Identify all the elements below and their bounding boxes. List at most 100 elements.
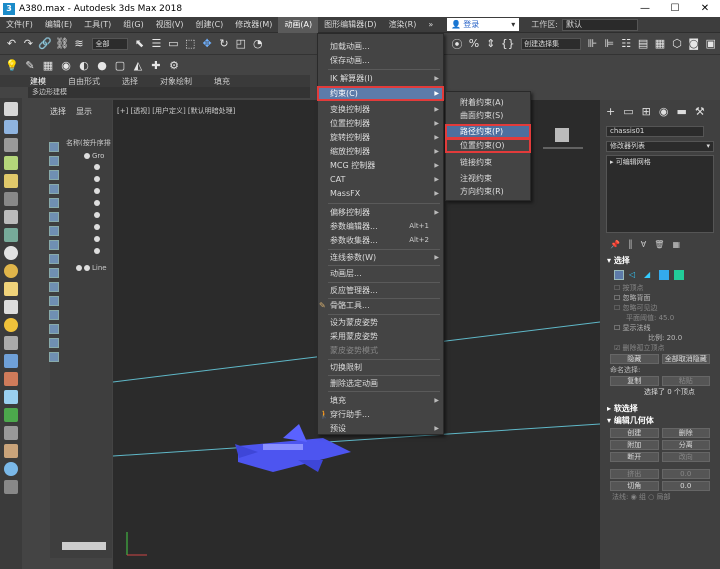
create-panel-icon[interactable]	[4, 120, 18, 134]
box-icon[interactable]: ▢	[112, 57, 128, 73]
menu-item-orientation-constraint[interactable]: 方向约束(R)	[446, 185, 530, 198]
filter-shapes-icon[interactable]	[49, 156, 59, 166]
detach-button[interactable]: 分离	[661, 440, 710, 450]
torus-tool-icon[interactable]	[4, 264, 18, 278]
percent-snap-icon[interactable]: %	[466, 36, 481, 52]
dynamics-tool-icon[interactable]	[4, 390, 18, 404]
material-editor-icon[interactable]: ◙	[686, 36, 701, 52]
filter-bones-icon[interactable]	[49, 254, 59, 264]
ribbon-tab-freeform[interactable]: 自由形式	[68, 76, 100, 87]
object-tool-icon[interactable]	[4, 210, 18, 224]
menu-create[interactable]: 创建(C)	[189, 17, 229, 33]
by-vertex-checkbox[interactable]: ☐ 按顶点	[604, 283, 716, 293]
globe-tool-icon[interactable]	[4, 462, 18, 476]
filter-config-icon[interactable]	[49, 352, 59, 362]
hierarchy-tab-icon[interactable]: ⊞	[642, 105, 651, 118]
particle-tool-icon[interactable]	[4, 354, 18, 368]
menu-item-mcg-controllers[interactable]: MCG 控制器 ▶	[318, 159, 443, 172]
menu-item-set-skin-pose[interactable]: 设为蒙皮姿势	[318, 316, 443, 329]
menu-item-presets[interactable]: 预设 ▶	[318, 422, 443, 435]
window-crossing-icon[interactable]: ⬚	[183, 36, 198, 52]
modify-tab-icon[interactable]: ▭	[623, 105, 633, 118]
scene-header[interactable]: 名称(按升序排	[66, 138, 111, 148]
menu-item-massfx[interactable]: MassFX ▶	[318, 187, 443, 200]
show-normals-checkbox[interactable]: ☐ 显示法线	[604, 323, 716, 333]
menu-item-parameter-editor[interactable]: 参数编辑器... Alt+1	[318, 220, 443, 233]
chamfer-input[interactable]: 0.0	[661, 481, 710, 491]
paste-button[interactable]: 粘贴	[661, 376, 710, 386]
scene-scrollbar[interactable]	[62, 542, 106, 550]
menu-item-ik-solvers[interactable]: IK 解算器(I) ▶	[318, 72, 443, 85]
filter-containers-icon[interactable]	[49, 268, 59, 278]
delete-isolated-checkbox[interactable]: ☑ 删除孤立顶点	[604, 343, 716, 353]
ribbon-tab-populate[interactable]: 填充	[214, 76, 230, 87]
rect-region-icon[interactable]: ▭	[166, 36, 181, 52]
maximize-icon[interactable]: ☐	[660, 0, 690, 17]
selection-rollout-title[interactable]: ▾ 选择	[604, 255, 716, 267]
menu-item-rotation-controllers[interactable]: 旋转控制器 ▶	[318, 131, 443, 144]
dot-icon[interactable]: ◉	[58, 57, 74, 73]
login-dropdown[interactable]: 👤 登录 ▾	[447, 18, 520, 31]
sphere-icon[interactable]: ●	[94, 57, 110, 73]
grid-panel-icon[interactable]	[4, 138, 18, 152]
copy-button[interactable]: 复制	[610, 376, 659, 386]
menu-item-transform-controllers[interactable]: 变换控制器 ▶	[318, 103, 443, 116]
align-icon[interactable]: ⊫	[602, 36, 617, 52]
hand-tool-icon[interactable]	[4, 444, 18, 458]
bone-tool-icon[interactable]	[4, 372, 18, 386]
polygon-level-icon[interactable]	[659, 270, 669, 280]
filter-helpers-icon[interactable]	[49, 198, 59, 208]
move-icon[interactable]: ✥	[200, 36, 215, 52]
arrow-tool-icon[interactable]	[4, 156, 18, 170]
filter-spacewarps-icon[interactable]	[49, 212, 59, 222]
ribbon-tab-selection[interactable]: 选择	[122, 76, 138, 87]
menu-graph-editors[interactable]: 图形编辑器(D)	[318, 17, 382, 33]
group-radio[interactable]: ◉ 组	[631, 493, 646, 501]
paint-tool-icon[interactable]	[4, 174, 18, 188]
menu-item-surface-constraint[interactable]: 曲面约束(S)	[446, 109, 530, 122]
plane-tool-icon[interactable]	[4, 336, 18, 350]
filter-lights-icon[interactable]	[49, 170, 59, 180]
scene-line-item[interactable]: Line	[76, 264, 107, 272]
minimize-icon[interactable]: —	[630, 0, 660, 17]
utilities-tab-icon[interactable]: ⚒	[695, 105, 705, 118]
menu-animation[interactable]: 动画(A)	[278, 16, 319, 33]
chamfer-button[interactable]: 切角	[610, 481, 659, 491]
unlink-icon[interactable]: ⛓	[55, 36, 70, 52]
sun-tool-icon[interactable]	[4, 318, 18, 332]
menu-item-load-animation[interactable]: 加载动画...	[318, 40, 443, 53]
configure-sets-icon[interactable]: ▦	[672, 240, 680, 249]
soft-selection-title[interactable]: ▸ 软选择	[604, 403, 716, 415]
menu-item-toggle-limits[interactable]: 切换限制	[318, 361, 443, 374]
face-level-icon[interactable]: ◢	[644, 270, 654, 280]
display-tab-icon[interactable]: ▬	[676, 105, 686, 118]
helper-icon[interactable]: ✚	[148, 57, 164, 73]
filter-cameras-icon[interactable]	[49, 184, 59, 194]
hide-button[interactable]: 隐藏	[610, 354, 659, 364]
schematic-icon[interactable]: ⬡	[669, 36, 684, 52]
snap-icon[interactable]: ⦿	[450, 36, 465, 52]
menu-item-save-animation[interactable]: 保存动画...	[318, 54, 443, 67]
grid-icon[interactable]: ▦	[40, 57, 56, 73]
edit-named-sel-icon[interactable]: {}	[500, 36, 515, 52]
menu-group[interactable]: 组(G)	[117, 17, 149, 33]
attach-button[interactable]: 附加	[610, 440, 659, 450]
menu-item-scale-controllers[interactable]: 缩放控制器 ▶	[318, 145, 443, 158]
menu-tools[interactable]: 工具(T)	[78, 17, 117, 33]
menu-item-cat[interactable]: CAT ▶	[318, 173, 443, 186]
scene-root-item[interactable]: Gro	[84, 152, 104, 160]
menu-item-position-controllers[interactable]: 位置控制器 ▶	[318, 117, 443, 130]
menu-edit[interactable]: 编辑(E)	[39, 17, 78, 33]
scale-icon[interactable]: ◰	[233, 36, 248, 52]
make-unique-icon[interactable]: ∀	[641, 240, 646, 249]
scene-item[interactable]	[94, 164, 102, 170]
menu-item-lookat-constraint[interactable]: 注视约束	[446, 172, 530, 185]
edit-geometry-title[interactable]: ▾ 编辑几何体	[604, 415, 716, 427]
vertex-level-icon[interactable]	[614, 270, 624, 280]
menu-rendering[interactable]: 渲染(R)	[383, 17, 423, 33]
menu-item-link-constraint[interactable]: 链接约束	[446, 156, 530, 169]
tool-icon[interactable]: ⚙	[166, 57, 182, 73]
menu-item-reaction-manager[interactable]: 反应管理器...	[318, 284, 443, 297]
create-tab-icon[interactable]: +	[606, 105, 615, 118]
close-icon[interactable]: ✕	[690, 0, 720, 17]
